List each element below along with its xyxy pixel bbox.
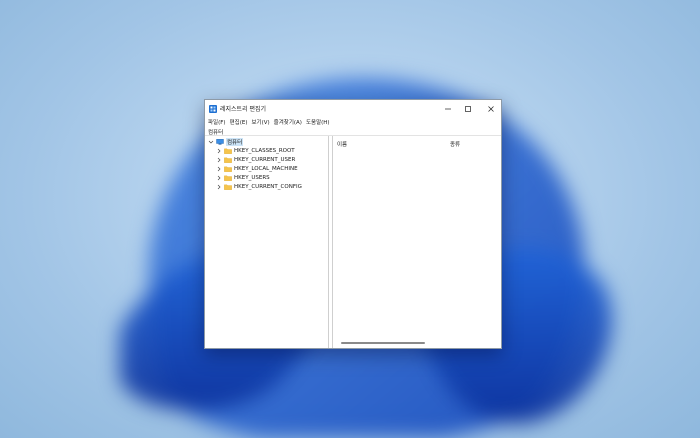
tree-item-computer[interactable]: 컴퓨터 (208, 137, 244, 146)
horizontal-scrollbar[interactable] (341, 342, 425, 344)
close-icon (488, 105, 494, 112)
tree-item-hkey-local-machine[interactable]: HKEY_LOCAL_MACHINE (216, 164, 298, 173)
registry-editor-window[interactable]: 레지스트리 편집기 파일(F) 편집(E) 보기(V) 즐겨찾기(A) 도움말(… (204, 99, 502, 349)
tree-pane[interactable]: 컴퓨터 HKEY_CLASSES_ROOT HKEY_CURRENT_USER … (205, 136, 329, 348)
address-path[interactable]: 컴퓨터 (208, 128, 223, 136)
minimize-icon (445, 108, 451, 109)
chevron-right-icon[interactable] (216, 175, 222, 181)
chevron-right-icon[interactable] (216, 157, 222, 163)
folder-icon (224, 148, 232, 154)
values-pane[interactable]: 이름 종류 (332, 136, 501, 348)
tree-item-hkey-users[interactable]: HKEY_USERS (216, 173, 270, 182)
computer-icon (216, 138, 224, 145)
folder-icon (224, 157, 232, 163)
tree-label: HKEY_CURRENT_USER (234, 156, 296, 163)
desktop: 레지스트리 편집기 파일(F) 편집(E) 보기(V) 즐겨찾기(A) 도움말(… (0, 0, 700, 438)
folder-icon (224, 166, 232, 172)
tree-label: HKEY_USERS (234, 174, 270, 181)
menu-bar: 파일(F) 편집(E) 보기(V) 즐겨찾기(A) 도움말(H) (205, 117, 501, 127)
menu-file[interactable]: 파일(F) (208, 118, 226, 126)
tree-label-computer: 컴퓨터 (226, 137, 244, 146)
column-header-type[interactable]: 종류 (450, 140, 460, 148)
folder-icon (224, 175, 232, 181)
chevron-right-icon[interactable] (216, 184, 222, 190)
tree-label: HKEY_CLASSES_ROOT (234, 147, 295, 154)
tree-item-hkey-classes-root[interactable]: HKEY_CLASSES_ROOT (216, 146, 295, 155)
title-bar[interactable]: 레지스트리 편집기 (205, 100, 501, 117)
chevron-down-icon[interactable] (208, 139, 214, 145)
menu-favorites[interactable]: 즐겨찾기(A) (274, 118, 302, 126)
folder-icon (224, 184, 232, 190)
tree-label: HKEY_LOCAL_MACHINE (234, 165, 298, 172)
maximize-icon (465, 105, 471, 112)
close-button[interactable] (485, 103, 497, 114)
chevron-right-icon[interactable] (216, 166, 222, 172)
address-bar[interactable]: 컴퓨터 (205, 127, 501, 136)
tree-item-hkey-current-user[interactable]: HKEY_CURRENT_USER (216, 155, 295, 164)
menu-help[interactable]: 도움말(H) (306, 118, 330, 126)
registry-editor-icon (209, 105, 217, 113)
chevron-right-icon[interactable] (216, 148, 222, 154)
menu-edit[interactable]: 편집(E) (230, 118, 248, 126)
window-title: 레지스트리 편집기 (220, 106, 267, 113)
minimize-button[interactable] (442, 103, 454, 114)
menu-view[interactable]: 보기(V) (251, 118, 269, 126)
maximize-button[interactable] (462, 103, 474, 114)
column-header-name[interactable]: 이름 (337, 140, 347, 148)
tree-label: HKEY_CURRENT_CONFIG (234, 183, 302, 190)
tree-item-hkey-current-config[interactable]: HKEY_CURRENT_CONFIG (216, 182, 302, 191)
